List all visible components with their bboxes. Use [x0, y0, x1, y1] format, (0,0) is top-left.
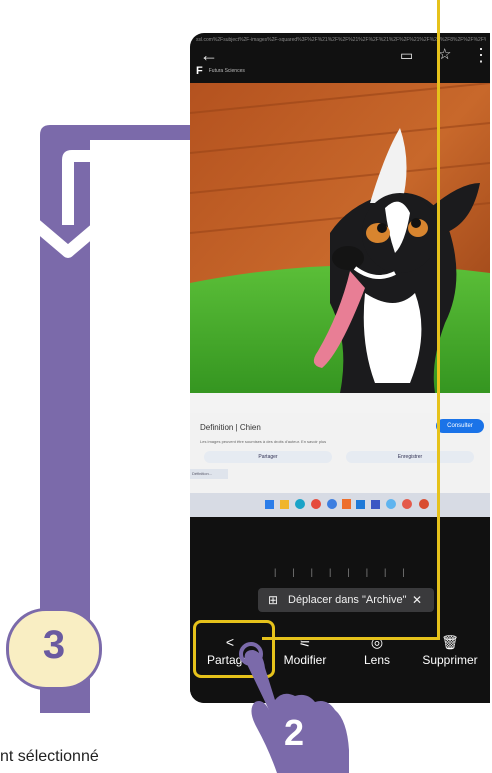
cast-icon[interactable]: ▭	[400, 45, 413, 65]
step-3-badge: 3	[6, 608, 102, 690]
caption-title: Definition | Chien	[200, 423, 261, 432]
archive-snackbar: ⊞ Déplacer dans "Archive" ✕	[258, 588, 434, 612]
snackbar-close-icon[interactable]: ✕	[412, 588, 422, 612]
windows-taskbar	[190, 493, 490, 517]
caption-share-button[interactable]: Partager	[204, 451, 332, 463]
url-bar[interactable]: ssl.com%2Fsubject%2F-images%2F-squared%3…	[196, 37, 486, 45]
site-logo: F	[196, 65, 203, 77]
star-icon[interactable]: ☆	[438, 45, 451, 65]
trash-icon: 🗑	[441, 634, 459, 650]
step-2-number: 2	[284, 712, 305, 753]
phone-screen: ssl.com%2Fsubject%2F-images%2F-squared%3…	[190, 33, 490, 703]
delete-action[interactable]: 🗑 Supprimer	[415, 625, 485, 667]
caption-save-button[interactable]: Enregistrer	[346, 451, 474, 463]
highlight-line-vertical	[437, 0, 440, 640]
consult-button[interactable]: Consulter	[436, 419, 484, 433]
more-vertical-icon[interactable]: ⋮	[472, 45, 490, 65]
image-caption-panel: Definition | Chien Consulter Les images …	[190, 413, 490, 493]
site-row: F Futura Sciences	[196, 65, 245, 77]
snackbar-label[interactable]: Déplacer dans "Archive"	[288, 588, 406, 612]
delete-label: Supprimer	[422, 653, 478, 667]
archive-icon: ⊞	[268, 593, 279, 607]
step-3-number: 3	[42, 623, 66, 667]
taskbar-icons	[265, 499, 429, 509]
copyright-note: Les images peuvent être soumises à des d…	[200, 439, 327, 444]
back-arrow-icon[interactable]: ←	[200, 45, 218, 65]
dog-photo-image	[190, 83, 490, 413]
caption-text-fragment: nt sélectionné	[0, 748, 250, 773]
dog-photo[interactable]	[190, 83, 490, 413]
small-tab[interactable]: Définition...	[190, 469, 228, 479]
site-name: Futura Sciences	[208, 68, 245, 74]
keyboard-keys: ||||||||	[274, 567, 421, 577]
